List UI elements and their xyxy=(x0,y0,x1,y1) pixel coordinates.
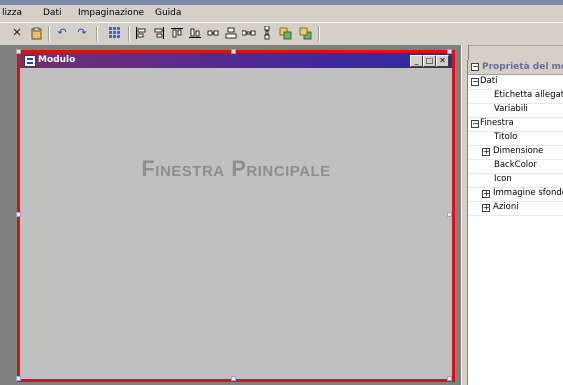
paste-icon[interactable] xyxy=(29,26,43,40)
menu-utilizza[interactable]: lizza xyxy=(2,8,22,19)
property-row[interactable]: Etichetta allegata xyxy=(468,89,563,104)
collapse-icon[interactable]: − xyxy=(471,120,479,128)
toolbar: ✕ ↶ ↷ xyxy=(0,22,563,46)
property-row[interactable]: − Finestra xyxy=(468,117,563,132)
property-label: Variabili xyxy=(494,104,528,114)
redo-icon[interactable]: ↷ xyxy=(75,26,89,40)
same-height-icon[interactable] xyxy=(260,26,274,40)
close-icon[interactable]: ✕ xyxy=(436,55,449,67)
collapse-icon[interactable]: − xyxy=(471,63,479,71)
property-row[interactable]: BackColor xyxy=(468,159,563,174)
property-label: Dimensione xyxy=(493,146,544,156)
send-back-icon[interactable] xyxy=(298,26,312,40)
align-right-icon[interactable] xyxy=(152,26,166,40)
property-label: Icon xyxy=(494,174,512,184)
form-title: Modulo xyxy=(38,55,76,65)
minimize-icon[interactable]: _ xyxy=(410,55,423,67)
property-row[interactable]: + Immagine sfondo xyxy=(468,187,563,202)
resize-handle-e[interactable] xyxy=(447,212,452,217)
toolbar-separator xyxy=(128,26,130,41)
property-row[interactable]: Titolo xyxy=(468,131,563,146)
form-icon xyxy=(24,55,36,67)
maximize-icon[interactable]: □ xyxy=(423,55,436,67)
menu-bar: lizza Dati Impaginazione Guida xyxy=(0,5,563,22)
expand-icon[interactable]: + xyxy=(482,190,490,198)
resize-handle-w[interactable] xyxy=(16,212,21,217)
menu-impaginazione[interactable]: Impaginazione xyxy=(78,8,144,19)
center-horizontal-icon[interactable] xyxy=(206,26,220,40)
resize-handle-sw[interactable] xyxy=(16,376,21,381)
align-bottom-icon[interactable] xyxy=(188,26,202,40)
form-canvas[interactable]: Finestra Principale xyxy=(20,68,452,379)
property-label: Etichetta allegata xyxy=(494,90,563,100)
toolbar-separator xyxy=(48,26,50,41)
property-row[interactable]: Icon xyxy=(468,173,563,188)
expand-icon[interactable]: + xyxy=(482,204,490,212)
properties-panel: − Proprietà del mod −DatiEtichetta alleg… xyxy=(467,60,563,385)
property-label: Dati xyxy=(480,76,498,86)
property-row[interactable]: + Azioni xyxy=(468,201,563,216)
form-titlebar[interactable]: Modulo _ □ ✕ xyxy=(20,53,452,68)
resize-handle-s[interactable] xyxy=(231,376,236,381)
menu-guida[interactable]: Guida xyxy=(155,8,181,19)
properties-header: − Proprietà del mod xyxy=(468,60,563,75)
property-label: Azioni xyxy=(493,202,519,212)
properties-title: Proprietà del mod xyxy=(482,62,563,72)
resize-handle-nw[interactable] xyxy=(16,49,21,54)
form-heading-label[interactable]: Finestra Principale xyxy=(20,156,452,182)
resize-handle-se[interactable] xyxy=(447,376,452,381)
toolbar-separator xyxy=(96,26,98,41)
property-label: Titolo xyxy=(494,132,518,142)
resize-handle-ne[interactable] xyxy=(447,49,452,54)
undo-icon[interactable]: ↶ xyxy=(55,26,69,40)
property-label: Immagine sfondo xyxy=(493,188,563,198)
collapse-icon[interactable]: − xyxy=(471,78,479,86)
grid-icon[interactable] xyxy=(108,26,122,40)
property-row[interactable]: − Dati xyxy=(468,75,563,90)
form-design-window[interactable]: Modulo _ □ ✕ Finestra Principale xyxy=(17,50,455,382)
property-row[interactable]: Variabili xyxy=(468,103,563,118)
property-label: Finestra xyxy=(480,118,514,128)
same-width-icon[interactable] xyxy=(242,26,256,40)
property-row[interactable]: + Dimensione xyxy=(468,145,563,160)
align-top-icon[interactable] xyxy=(170,26,184,40)
resize-handle-n[interactable] xyxy=(231,49,236,54)
property-label: BackColor xyxy=(494,160,537,170)
bring-front-icon[interactable] xyxy=(278,26,292,40)
toolbar-separator xyxy=(318,26,320,41)
align-left-icon[interactable] xyxy=(134,26,148,40)
menu-dati[interactable]: Dati xyxy=(43,8,61,19)
expand-icon[interactable]: + xyxy=(482,148,490,156)
cut-icon[interactable]: ✕ xyxy=(10,26,24,40)
center-vertical-icon[interactable] xyxy=(224,26,238,40)
